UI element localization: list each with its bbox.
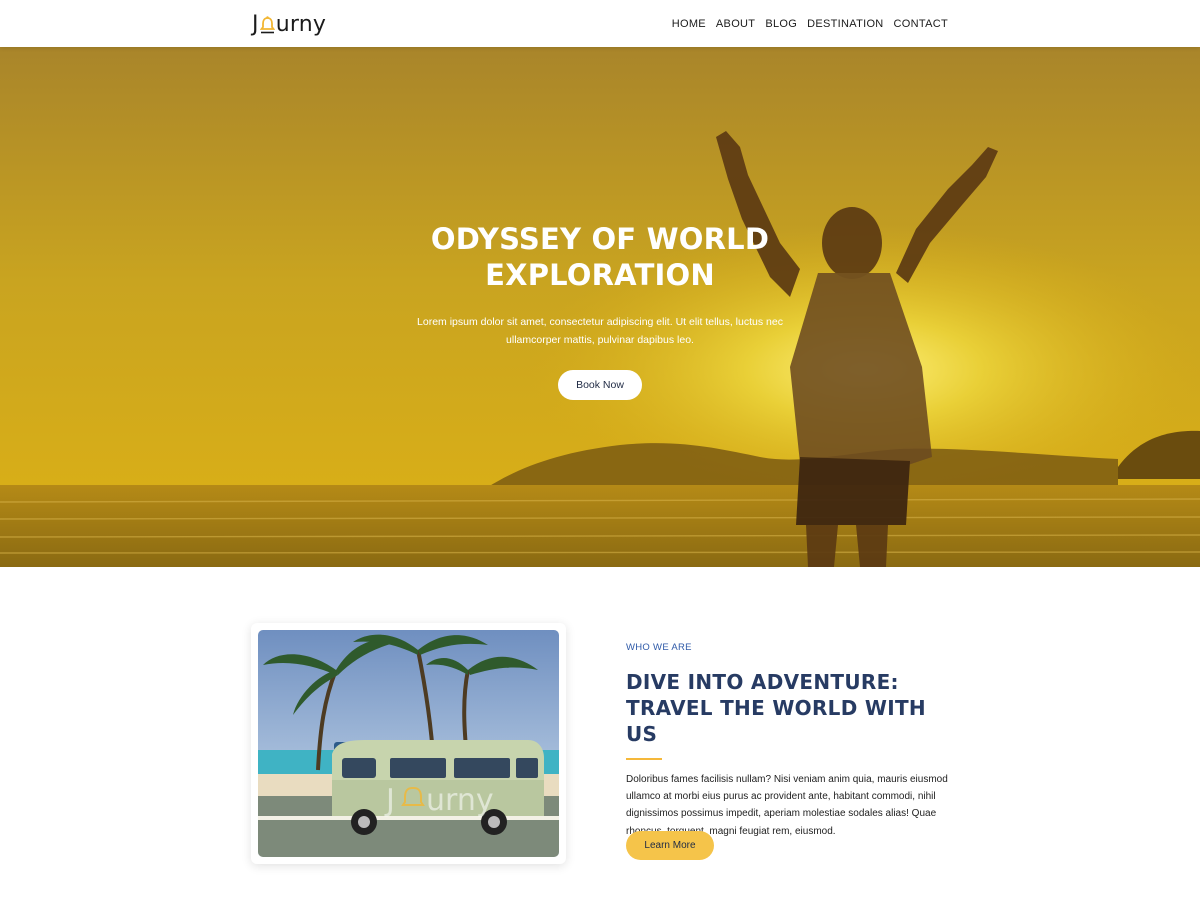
site-header: J urny HOME ABOUT BLOG DESTINATION CONTA… (0, 0, 1200, 47)
about-section: WHO WE ARE DIVE INTO ADVENTURE: TRAVEL T… (626, 642, 956, 860)
about-image-card: J urny (251, 623, 566, 864)
hero-section: ODYSSEY OF WORLD EXPLORATION Lorem ipsum… (0, 47, 1200, 567)
hero-content: ODYSSEY OF WORLD EXPLORATION Lorem ipsum… (400, 221, 800, 400)
book-now-button[interactable]: Book Now (558, 370, 642, 400)
bell-icon (259, 13, 275, 35)
about-title: DIVE INTO ADVENTURE: TRAVEL THE WORLD WI… (626, 670, 926, 746)
hero-title: ODYSSEY OF WORLD EXPLORATION (400, 221, 800, 293)
photo-watermark-letter-j: J (384, 783, 395, 818)
nav-destination[interactable]: DESTINATION (807, 18, 883, 30)
hero-title-line-1: ODYSSEY OF WORLD (430, 222, 770, 256)
hero-title-line-2: EXPLORATION (485, 258, 715, 292)
nav-about[interactable]: ABOUT (716, 18, 755, 30)
title-accent-divider (626, 758, 662, 760)
hero-description: Lorem ipsum dolor sit amet, consectetur … (417, 316, 783, 346)
main-nav: HOME ABOUT BLOG DESTINATION CONTACT (672, 0, 948, 47)
logo-wordmark: urny (275, 11, 327, 37)
about-eyebrow: WHO WE ARE (626, 642, 692, 653)
photo-watermark-wordmark: urny (426, 783, 494, 818)
about-description: Doloribus fames facilisis nullam? Nisi v… (626, 774, 948, 837)
nav-blog[interactable]: BLOG (765, 18, 797, 30)
nav-contact[interactable]: CONTACT (894, 18, 948, 30)
logo[interactable]: J urny (252, 11, 326, 37)
van-on-beach-photo: J urny (258, 630, 559, 857)
logo-letter-j: J (252, 11, 259, 37)
nav-home[interactable]: HOME (672, 18, 706, 30)
learn-more-button[interactable]: Learn More (626, 831, 714, 860)
